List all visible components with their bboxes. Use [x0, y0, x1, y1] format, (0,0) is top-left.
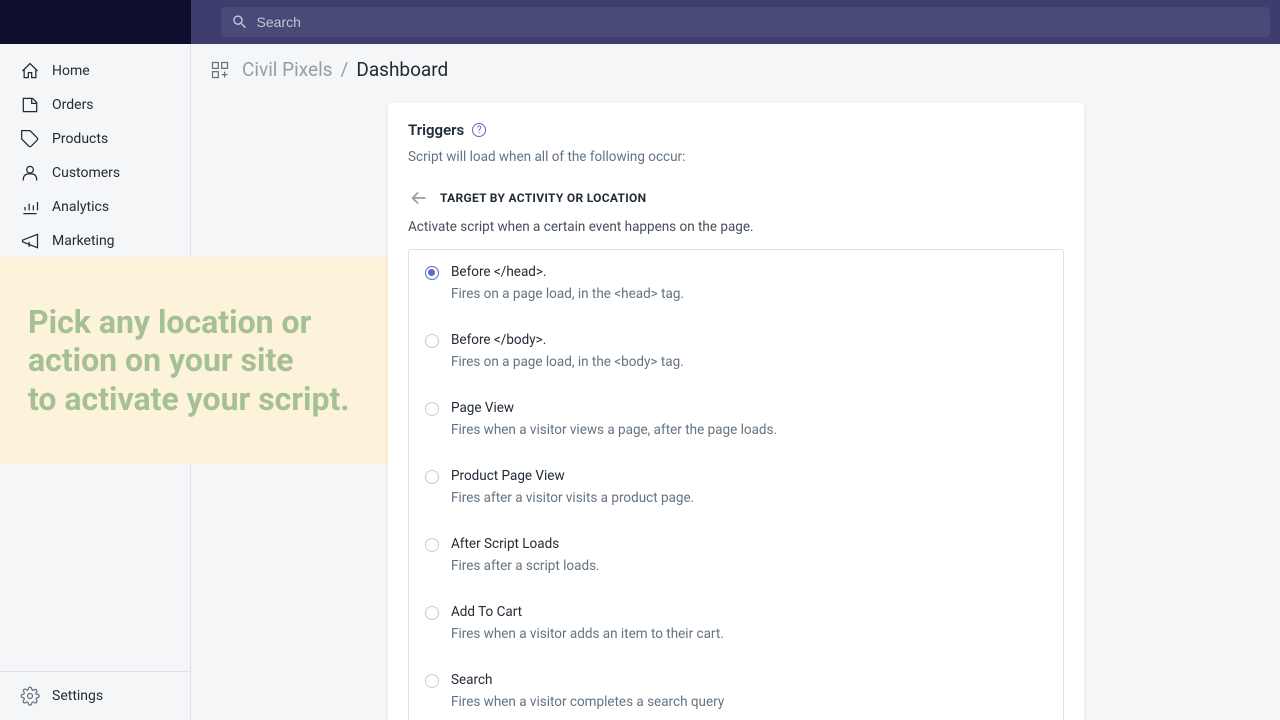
trigger-options: Before </head>. Fires on a page load, in …: [408, 249, 1064, 720]
trigger-option[interactable]: Product Page View Fires after a visitor v…: [409, 454, 1063, 522]
option-title: Before </body>.: [451, 332, 1047, 348]
radio[interactable]: [425, 266, 439, 280]
radio[interactable]: [425, 674, 439, 688]
back-arrow[interactable]: [408, 187, 430, 209]
section-desc: Activate script when a certain event hap…: [388, 215, 1084, 249]
option-desc: Fires after a script loads.: [451, 558, 1047, 574]
triggers-card: Triggers ? Script will load when all of …: [388, 103, 1084, 720]
nav-marketing[interactable]: Marketing: [0, 224, 190, 258]
products-icon: [20, 129, 40, 149]
nav-label: Marketing: [52, 233, 115, 249]
option-title: After Script Loads: [451, 536, 1047, 552]
option-title: Page View: [451, 400, 1047, 416]
nav-label: Orders: [52, 97, 94, 113]
option-title: Product Page View: [451, 468, 1047, 484]
settings-icon: [20, 686, 40, 706]
analytics-icon: [20, 197, 40, 217]
nav-settings[interactable]: Settings: [0, 671, 190, 720]
option-desc: Fires when a visitor completes a search …: [451, 694, 1047, 710]
radio[interactable]: [425, 334, 439, 348]
marketing-icon: [20, 231, 40, 251]
radio[interactable]: [425, 402, 439, 416]
search-field[interactable]: [221, 7, 1270, 37]
trigger-option[interactable]: Before </head>. Fires on a page load, in …: [409, 250, 1063, 318]
breadcrumb: Civil Pixels / Dashboard: [192, 44, 1280, 95]
nav-label: Home: [52, 63, 90, 79]
apps-icon: [210, 60, 230, 80]
orders-icon: [20, 95, 40, 115]
nav-label: Analytics: [52, 199, 109, 215]
nav-products[interactable]: Products: [0, 122, 190, 156]
breadcrumb-store[interactable]: Civil Pixels: [242, 58, 333, 81]
nav-label: Products: [52, 131, 108, 147]
option-desc: Fires on a page load, in the <body> tag.: [451, 354, 1047, 370]
settings-label: Settings: [52, 688, 103, 704]
option-title: Add To Cart: [451, 604, 1047, 620]
trigger-option[interactable]: Page View Fires when a visitor views a pa…: [409, 386, 1063, 454]
home-icon: [20, 61, 40, 81]
card-title: Triggers: [408, 121, 464, 139]
trigger-option[interactable]: Add To Cart Fires when a visitor adds an …: [409, 590, 1063, 658]
card-subtitle: Script will load when all of the followi…: [408, 149, 1064, 165]
search-input[interactable]: [257, 14, 1260, 30]
search-icon: [231, 13, 249, 31]
nav-label: Customers: [52, 165, 120, 181]
trigger-option[interactable]: Search Fires when a visitor completes a s…: [409, 658, 1063, 720]
option-title: Before </head>.: [451, 264, 1047, 280]
radio[interactable]: [425, 470, 439, 484]
logo-area: [0, 0, 191, 44]
radio[interactable]: [425, 538, 439, 552]
help-icon[interactable]: ?: [472, 123, 486, 137]
trigger-option[interactable]: Before </body>. Fires on a page load, in …: [409, 318, 1063, 386]
radio[interactable]: [425, 606, 439, 620]
option-desc: Fires after a visitor visits a product p…: [451, 490, 1047, 506]
nav-home[interactable]: Home: [0, 54, 190, 88]
option-desc: Fires when a visitor adds an item to the…: [451, 626, 1047, 642]
option-title: Search: [451, 672, 1047, 688]
nav-customers[interactable]: Customers: [0, 156, 190, 190]
customers-icon: [20, 163, 40, 183]
trigger-option[interactable]: After Script Loads Fires after a script l…: [409, 522, 1063, 590]
breadcrumb-page: Dashboard: [356, 58, 448, 81]
section-title: TARGET BY ACTIVITY OR LOCATION: [440, 191, 646, 205]
breadcrumb-sep: /: [341, 58, 349, 81]
nav-analytics[interactable]: Analytics: [0, 190, 190, 224]
option-desc: Fires on a page load, in the <head> tag.: [451, 286, 1047, 302]
option-desc: Fires when a visitor views a page, after…: [451, 422, 1047, 438]
nav-orders[interactable]: Orders: [0, 88, 190, 122]
